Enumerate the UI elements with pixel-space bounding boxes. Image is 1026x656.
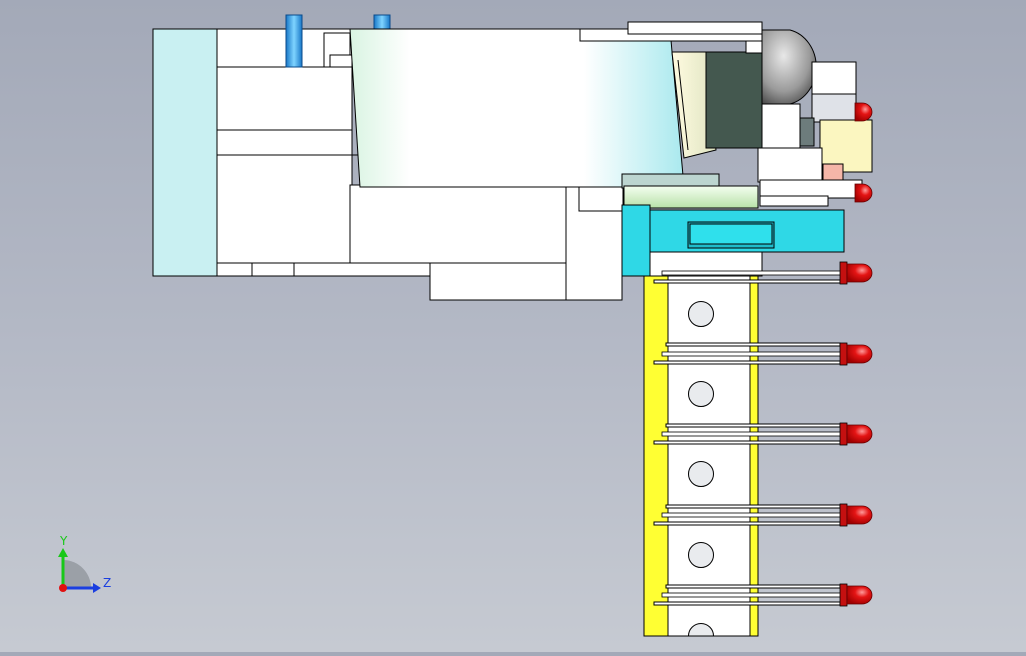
- y-axis-label: Y: [59, 534, 68, 548]
- dome-cap[interactable]: [761, 29, 817, 105]
- end-cap[interactable]: [152, 28, 218, 277]
- pin-left[interactable]: [285, 14, 303, 68]
- cyan-carriage[interactable]: [621, 204, 845, 277]
- led-strip[interactable]: [643, 275, 841, 637]
- tapered-cylinder[interactable]: [349, 28, 685, 188]
- cad-viewport[interactable]: Y Z: [0, 0, 1026, 652]
- yellow-strip[interactable]: [643, 275, 669, 637]
- orientation-triad[interactable]: Y Z: [58, 534, 111, 593]
- dark-block[interactable]: [705, 51, 763, 149]
- strip-hole: [688, 301, 714, 327]
- triad-quadrant: [63, 560, 91, 588]
- led-2[interactable]: [854, 183, 873, 203]
- strip-hole: [688, 381, 714, 407]
- strip-board[interactable]: [667, 275, 751, 637]
- model-canvas[interactable]: Y Z: [0, 0, 1026, 652]
- strip-hole: [688, 461, 714, 487]
- z-axis-label: Z: [103, 576, 111, 590]
- strip-hole: [688, 542, 714, 568]
- x-axis-dot: [59, 584, 67, 592]
- led-1[interactable]: [854, 102, 873, 122]
